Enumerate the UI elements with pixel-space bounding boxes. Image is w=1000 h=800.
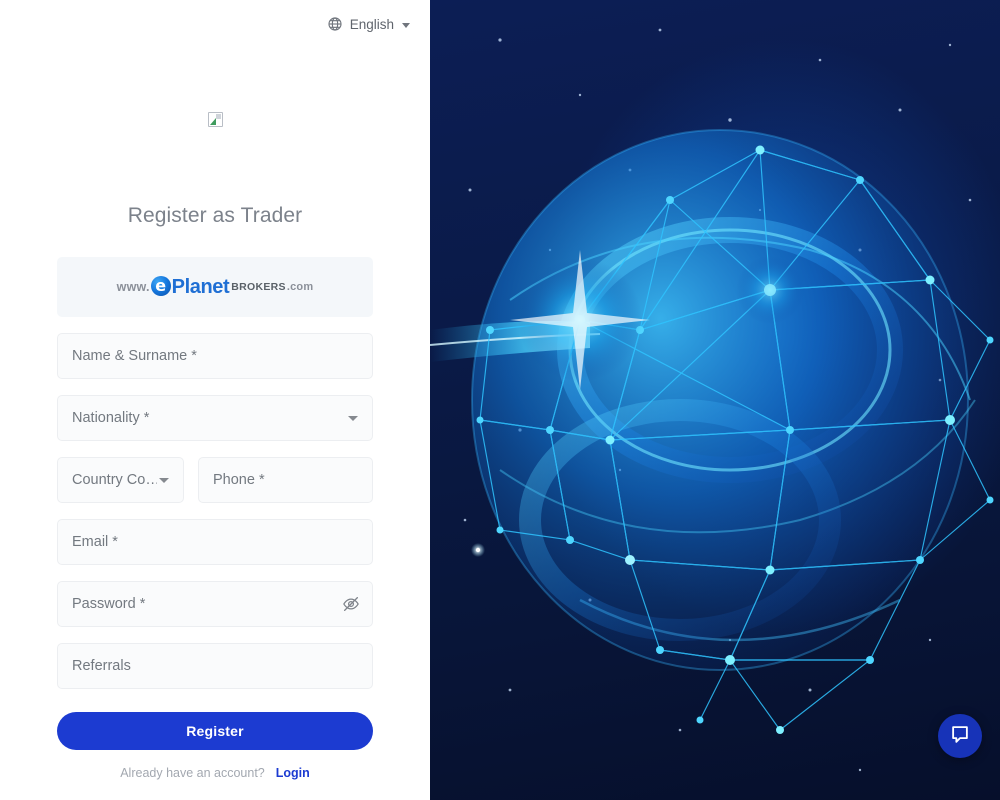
nationality-label: Nationality * — [72, 410, 150, 426]
login-prompt-row: Already have an account? Login — [57, 766, 373, 780]
chat-widget-button[interactable] — [938, 714, 982, 758]
referrals-field[interactable]: Referrals — [57, 643, 373, 689]
eye-off-icon[interactable] — [342, 595, 360, 613]
broken-image-icon — [207, 111, 223, 127]
email-label: Email * — [72, 534, 118, 550]
password-label: Password * — [72, 596, 146, 612]
phone-label: Phone * — [213, 472, 265, 488]
form-pane: English Register as Trader www. e Planet… — [0, 0, 430, 800]
login-prompt-text: Already have an account? — [120, 766, 265, 780]
star-core — [475, 547, 481, 553]
register-page: English Register as Trader www. e Planet… — [0, 0, 1000, 800]
brand-e-mark-icon: e — [150, 276, 171, 296]
brand-prefix: www. — [116, 279, 150, 294]
referrals-label: Referrals — [72, 658, 131, 674]
chat-bubble-icon — [949, 723, 971, 750]
chevron-down-icon — [159, 478, 169, 483]
brand-banner: www. e Planet BROKERS .com — [57, 257, 373, 317]
brand-tld: .com — [286, 280, 314, 293]
country-code-select[interactable]: Country Co… — [57, 457, 184, 503]
network-globe-illustration — [430, 28, 994, 772]
register-button[interactable]: Register — [57, 712, 373, 750]
phone-row: Country Co… Phone * — [57, 457, 373, 503]
brand-suffix: BROKERS — [231, 280, 286, 293]
page-title: Register as Trader — [127, 204, 303, 227]
chevron-down-icon — [348, 416, 358, 421]
email-field[interactable]: Email * — [57, 519, 373, 565]
brand-logo — [206, 110, 224, 128]
name-surname-field[interactable]: Name & Surname * — [57, 333, 373, 379]
brand-name: Planet — [171, 276, 230, 298]
hero-pane — [430, 0, 1000, 800]
globe-body — [471, 129, 976, 671]
nationality-select[interactable]: Nationality * — [57, 395, 373, 441]
register-form: Register as Trader www. e Planet BROKERS… — [0, 0, 430, 800]
phone-field[interactable]: Phone * — [198, 457, 373, 503]
login-link[interactable]: Login — [276, 766, 310, 780]
name-surname-label: Name & Surname * — [72, 348, 197, 364]
country-code-label: Country Co… — [72, 472, 157, 488]
brand-lockup: www. e Planet BROKERS .com — [116, 276, 314, 298]
password-field[interactable]: Password * — [57, 581, 373, 627]
node-glow — [736, 256, 804, 324]
